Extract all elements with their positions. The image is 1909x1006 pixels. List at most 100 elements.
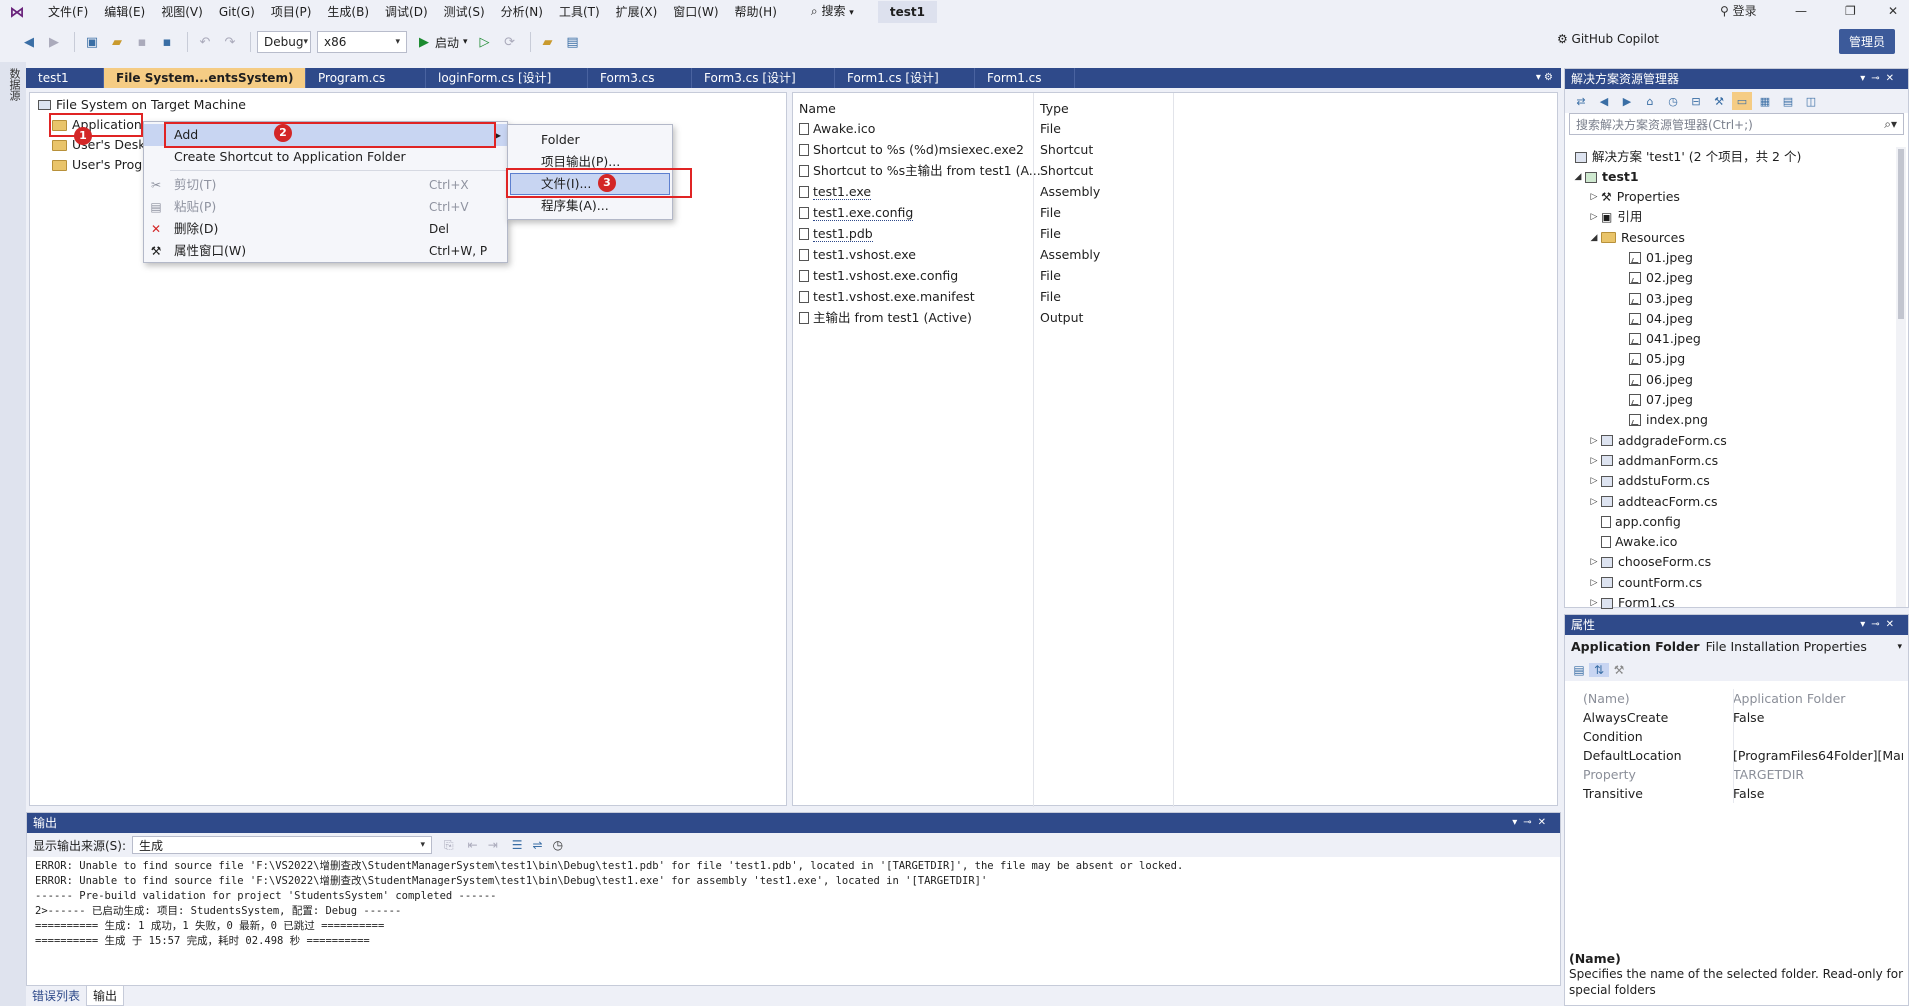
menu-git[interactable]: Git(G) [211, 0, 263, 24]
solution-node[interactable]: index.png [1629, 410, 1708, 430]
configuration-select[interactable]: Debug ▾ [257, 31, 311, 53]
file-list-row[interactable]: Shortcut to %s主输出 from test1 (A... Shortc… [799, 161, 1539, 181]
forward-icon[interactable]: ▶ [1617, 92, 1637, 110]
minimize-button[interactable]: — [1795, 0, 1807, 22]
property-value[interactable]: TARGETDIR [1733, 765, 1903, 784]
vertical-scrollbar[interactable] [1896, 147, 1906, 607]
solution-node[interactable]: Awake.ico [1587, 532, 1677, 552]
tab-form1-cs[interactable]: Form1.cs [975, 68, 1075, 88]
solution-node[interactable]: 03.jpeg [1629, 289, 1693, 309]
tab-program-cs[interactable]: Program.cs [306, 68, 426, 88]
expanded-caret-icon[interactable]: ◢ [1587, 228, 1601, 248]
solution-node[interactable]: ▷ addmanForm.cs [1587, 451, 1719, 471]
close-window-button[interactable]: ✕ [1888, 0, 1898, 22]
menu-debug[interactable]: 调试(D) [377, 0, 436, 24]
property-value[interactable]: False [1733, 784, 1903, 803]
tab-output[interactable]: 输出 [86, 986, 125, 1006]
menu-analyze[interactable]: 分析(N) [493, 0, 551, 24]
clock-icon[interactable]: ◷ [553, 838, 563, 852]
redo-icon[interactable]: ↷ [219, 32, 241, 52]
property-row[interactable]: Condition [1565, 727, 1908, 746]
expanded-caret-icon[interactable]: ◢ [1571, 167, 1585, 187]
login-button[interactable]: ⚲ 登录 [1720, 0, 1757, 22]
home-icon[interactable]: ⌂ [1640, 92, 1660, 110]
solution-node[interactable]: app.config [1587, 512, 1681, 532]
view-code-icon[interactable]: ◫ [1801, 92, 1821, 110]
file-list-row[interactable]: Shortcut to %s (%d)msiexec.exe2 Shortcut [799, 140, 1539, 160]
solution-node[interactable]: 06.jpeg [1629, 370, 1693, 390]
data-sources-tab[interactable]: 数据源 [6, 68, 22, 101]
solution-node[interactable]: 解决方案 'test1' (2 个项目，共 2 个) [1575, 147, 1801, 167]
solution-node[interactable]: 01.jpeg [1629, 248, 1693, 268]
start-without-debug-icon[interactable]: ▷ [474, 32, 496, 52]
tree-root-row[interactable]: File System on Target Machine [38, 95, 246, 115]
menu-view[interactable]: 视图(V) [153, 0, 211, 24]
wrench-icon[interactable]: ⚒ [1709, 92, 1729, 110]
solution-node[interactable]: ▷ addstuForm.cs [1587, 471, 1710, 491]
tab-overflow-icon[interactable]: ▾ ⚙ [1528, 68, 1561, 88]
tab-test1[interactable]: test1 [26, 68, 104, 88]
menu-item-properties-window[interactable]: ⚒ 属性窗口(W) Ctrl+W, P [144, 240, 507, 262]
find-message-icon[interactable]: ⎘ [444, 838, 454, 853]
property-row[interactable]: (Name) Application Folder [1565, 689, 1908, 708]
panel-controls-icon[interactable]: ▾⊸✕ [1860, 615, 1908, 635]
solution-explorer-search-input[interactable]: 搜索解决方案资源管理器(Ctrl+;) ⌕▾ [1569, 113, 1904, 135]
property-row[interactable]: AlwaysCreate False [1565, 708, 1908, 727]
property-value[interactable]: False [1733, 708, 1903, 727]
menu-tools[interactable]: 工具(T) [551, 0, 608, 24]
back-icon[interactable]: ◀ [1594, 92, 1614, 110]
property-row[interactable]: DefaultLocation [ProgramFiles64Folder][Ma… [1565, 746, 1908, 765]
property-row[interactable]: Transitive False [1565, 784, 1908, 803]
start-button[interactable]: ▶ 启动 ▾ [413, 34, 474, 51]
menu-test[interactable]: 测试(S) [436, 0, 493, 24]
restore-button[interactable]: ❐ [1845, 0, 1856, 22]
menu-project[interactable]: 项目(P) [263, 0, 320, 24]
collapse-all-icon[interactable]: ⊟ [1686, 92, 1706, 110]
menu-help[interactable]: 帮助(H) [727, 0, 785, 24]
menu-item-cut[interactable]: ✂ 剪切(T) Ctrl+X [144, 174, 507, 196]
collapsed-caret-icon[interactable]: ▷ [1587, 187, 1601, 207]
solution-node[interactable]: 07.jpeg [1629, 390, 1693, 410]
menu-item-paste[interactable]: ▤ 粘贴(P) Ctrl+V [144, 196, 507, 218]
open-folder-icon[interactable]: ▰ [106, 32, 128, 52]
solution-node[interactable]: ▷ countForm.cs [1587, 573, 1703, 593]
back-icon[interactable]: ◀ [18, 32, 40, 52]
solution-node[interactable]: ◢ Resources [1587, 228, 1685, 248]
clear-all-icon[interactable]: ☰ [512, 838, 523, 852]
menu-item-delete[interactable]: ✕ 删除(D) Del [144, 218, 507, 240]
solution-node[interactable]: 05.jpg [1629, 349, 1685, 369]
collapsed-caret-icon[interactable]: ▷ [1587, 492, 1601, 512]
menu-window[interactable]: 窗口(W) [665, 0, 726, 24]
file-list-row[interactable]: test1.exe Assembly [799, 182, 1539, 202]
collapsed-caret-icon[interactable]: ▷ [1587, 471, 1601, 491]
tab-error-list[interactable]: 错误列表 [26, 986, 86, 1006]
previous-message-icon[interactable]: ⇤ [468, 838, 478, 852]
collapsed-caret-icon[interactable]: ▷ [1587, 431, 1601, 451]
property-row[interactable]: Property TARGETDIR [1565, 765, 1908, 784]
tab-form3-design[interactable]: Form3.cs [设计] [692, 68, 835, 88]
properties-icon[interactable]: ▤ [1778, 92, 1798, 110]
property-value[interactable]: Application Folder [1733, 689, 1903, 708]
file-list-row[interactable]: test1.vshost.exe.config File [799, 266, 1539, 286]
platform-select[interactable]: x86 ▾ [317, 31, 407, 53]
show-all-files-icon[interactable]: ▦ [1755, 92, 1775, 110]
project-node[interactable]: ◢ test1 [1571, 167, 1639, 187]
solution-node[interactable]: ▷ addgradeForm.cs [1587, 431, 1727, 451]
collapsed-caret-icon[interactable]: ▷ [1587, 451, 1601, 471]
collapsed-caret-icon[interactable]: ▷ [1587, 207, 1601, 227]
next-message-icon[interactable]: ⇥ [488, 838, 498, 852]
solution-node[interactable]: 041.jpeg [1629, 329, 1701, 349]
output-source-select[interactable]: 生成 ▾ [132, 836, 433, 854]
menu-item-create-shortcut[interactable]: Create Shortcut to Application Folder [144, 146, 507, 168]
tree-item-users-programs-menu[interactable]: User's Prog [52, 155, 142, 175]
visual-studio-logo-icon[interactable]: ⋈ [8, 4, 26, 20]
properties-object-selector[interactable]: Application Folder File Installation Prop… [1565, 635, 1908, 659]
search-button[interactable]: ⌕ 搜索 ▾ [801, 0, 864, 25]
forward-icon[interactable]: ▶ [43, 32, 65, 52]
wrench-icon[interactable]: ⚒ [1609, 663, 1629, 677]
column-header-name[interactable]: Name [799, 101, 836, 116]
solution-node[interactable]: ▷ addteacForm.cs [1587, 492, 1718, 512]
solution-node[interactable]: ▷ ▣ 引用 [1587, 207, 1643, 227]
save-all-icon[interactable]: ▪ [156, 32, 178, 52]
solution-node[interactable]: ▷ Form1.cs [1587, 593, 1675, 613]
